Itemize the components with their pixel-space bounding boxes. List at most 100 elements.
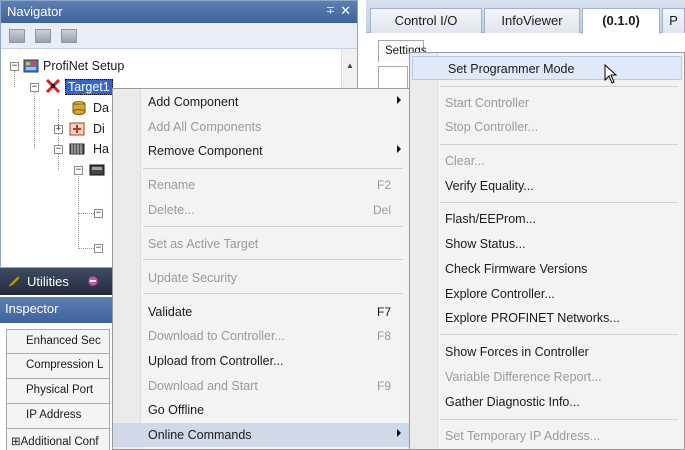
expander-collapse-icon[interactable]: − (10, 62, 19, 71)
menu-item-download-to-controller[interactable]: Download to Controller... F8 (113, 324, 409, 348)
module-icon (69, 122, 85, 136)
menu-item-set-temporary-ip[interactable]: Set Temporary IP Address... (410, 424, 684, 448)
tree-item-da[interactable]: Da (93, 101, 109, 115)
menu-item-label: Variable Difference Report... (445, 370, 602, 384)
tab-infoviewer[interactable]: InfoViewer (484, 8, 580, 33)
navigator-toolbar (1, 23, 357, 49)
menu-item-show-status[interactable]: Show Status... (410, 232, 684, 256)
menu-item-add-component[interactable]: Add Component (113, 90, 409, 114)
context-menu: Add Component Add All Components Remove … (112, 88, 410, 450)
expander-collapse-icon[interactable]: − (54, 145, 63, 154)
navigator-title-bar: Navigator ∓ ✕ (1, 1, 357, 23)
menu-item-label: Rename (148, 178, 196, 192)
close-icon[interactable]: ✕ (340, 3, 351, 19)
toolbar-collapse-icon[interactable] (35, 29, 51, 43)
menu-item-set-active-target[interactable]: Set as Active Target (113, 232, 409, 256)
settings-field[interactable] (378, 66, 408, 90)
submenu-arrow-icon (397, 145, 401, 153)
tree-connector (58, 109, 59, 171)
menu-separator (143, 168, 403, 169)
property-row[interactable]: Physical Port (6, 379, 110, 404)
menu-item-show-forces[interactable]: Show Forces in Controller (410, 340, 684, 364)
tab-overflow[interactable]: P (662, 8, 685, 33)
expander-collapse-icon[interactable]: − (94, 244, 103, 253)
property-row[interactable]: IP Address (6, 404, 110, 429)
scroll-up-icon[interactable]: ▲ (342, 61, 358, 75)
inspector-property-grid: Enhanced Sec Compression L Physical Port… (6, 329, 110, 450)
expander-expand-icon[interactable]: + (54, 125, 63, 134)
menu-shortcut: F7 (376, 305, 391, 319)
pin-icon[interactable]: ∓ (326, 4, 335, 17)
submenu-arrow-icon (397, 96, 401, 104)
menu-item-online-commands[interactable]: Online Commands (113, 423, 409, 447)
menu-item-remove-component[interactable]: Remove Component (113, 139, 409, 163)
menu-item-download-and-start[interactable]: Download and Start F9 (113, 374, 409, 398)
menu-item-clear[interactable]: Clear... (410, 149, 684, 173)
submenu-arrow-icon (397, 429, 401, 437)
menu-separator (440, 334, 678, 335)
menu-item-gather-diagnostic-info[interactable]: Gather Diagnostic Info... (410, 390, 684, 414)
menu-item-label: Show Forces in Controller (445, 345, 589, 359)
tree-item-profinet-setup[interactable]: ProfiNet Setup (43, 59, 124, 73)
toolbar-expand-icon[interactable] (9, 29, 25, 43)
utilities-label[interactable]: Utilities (27, 274, 69, 289)
menu-item-explore-controller[interactable]: Explore Controller... (410, 282, 684, 306)
menu-item-label: Flash/EEProm... (445, 212, 536, 226)
menu-separator (440, 86, 678, 87)
tree-item-di[interactable]: Di (93, 122, 105, 136)
menu-item-label: Update Security (148, 271, 237, 285)
menu-separator (143, 259, 403, 260)
menu-item-set-programmer-mode[interactable]: Set Programmer Mode (412, 56, 682, 80)
menu-shortcut: Del (372, 203, 391, 217)
tree-connector (78, 167, 79, 247)
menu-shortcut: F2 (376, 178, 391, 192)
tab-strip: Control I/O InfoViewer (0.1.0) P (366, 0, 685, 34)
menu-item-label: Stop Controller... (445, 120, 539, 134)
tree-connector (14, 71, 15, 87)
tree-connector (34, 89, 35, 149)
utilities-tool-icon[interactable] (86, 274, 100, 288)
menu-item-label: Download and Start (148, 379, 258, 393)
controller-icon (89, 164, 105, 176)
menu-item-explore-profinet-networks[interactable]: Explore PROFINET Networks... (410, 306, 684, 330)
expander-collapse-icon[interactable]: − (74, 166, 83, 175)
menu-item-check-firmware-versions[interactable]: Check Firmware Versions (410, 257, 684, 281)
menu-item-start-controller[interactable]: Start Controller (410, 91, 684, 115)
menu-item-label: Upload from Controller... (148, 354, 284, 368)
menu-item-delete[interactable]: Delete... Del (113, 198, 409, 222)
menu-item-update-security[interactable]: Update Security (113, 266, 409, 290)
expander-collapse-icon[interactable]: − (30, 83, 39, 92)
menu-item-label: Set Programmer Mode (448, 62, 575, 76)
menu-item-flash-eeprom[interactable]: Flash/EEProm... (410, 207, 684, 231)
menu-item-variable-difference-report[interactable]: Variable Difference Report... (410, 365, 684, 389)
tree-item-target[interactable]: Target1 (65, 79, 113, 95)
menu-item-label: Clear... (445, 154, 485, 168)
menu-item-label: Start Controller (445, 96, 530, 110)
menu-item-go-offline[interactable]: Go Offline (113, 398, 409, 422)
menu-item-add-all-components[interactable]: Add All Components (113, 115, 409, 139)
menu-separator (143, 226, 403, 227)
menu-separator (440, 202, 678, 203)
menu-item-label: Gather Diagnostic Info... (445, 395, 580, 409)
menu-item-verify-equality[interactable]: Verify Equality... (410, 174, 684, 198)
property-row[interactable]: ⊞Additional Conf (6, 429, 110, 450)
tab-module[interactable]: (0.1.0) (582, 8, 660, 34)
menu-shortcut: F9 (376, 379, 391, 393)
expander-collapse-icon[interactable]: − (94, 209, 103, 218)
property-row[interactable]: Enhanced Sec (6, 329, 110, 354)
tree-item-ha[interactable]: Ha (93, 142, 109, 156)
tab-control-io[interactable]: Control I/O (370, 8, 482, 33)
menu-item-upload-from-controller[interactable]: Upload from Controller... (113, 349, 409, 373)
menu-item-stop-controller[interactable]: Stop Controller... (410, 115, 684, 139)
navigator-title: Navigator (7, 4, 63, 19)
property-row[interactable]: Compression L (6, 354, 110, 379)
menu-item-validate[interactable]: Validate F7 (113, 300, 409, 324)
toolbar-view-icon[interactable] (61, 29, 77, 43)
menu-item-label: Remove Component (148, 144, 263, 158)
database-icon (72, 101, 86, 115)
menu-item-label: Explore Controller... (445, 287, 555, 301)
menu-item-label: Online Commands (148, 428, 252, 442)
menu-item-rename[interactable]: Rename F2 (113, 173, 409, 197)
menu-item-label: Download to Controller... (148, 329, 285, 343)
menu-item-label: Delete... (148, 203, 195, 217)
